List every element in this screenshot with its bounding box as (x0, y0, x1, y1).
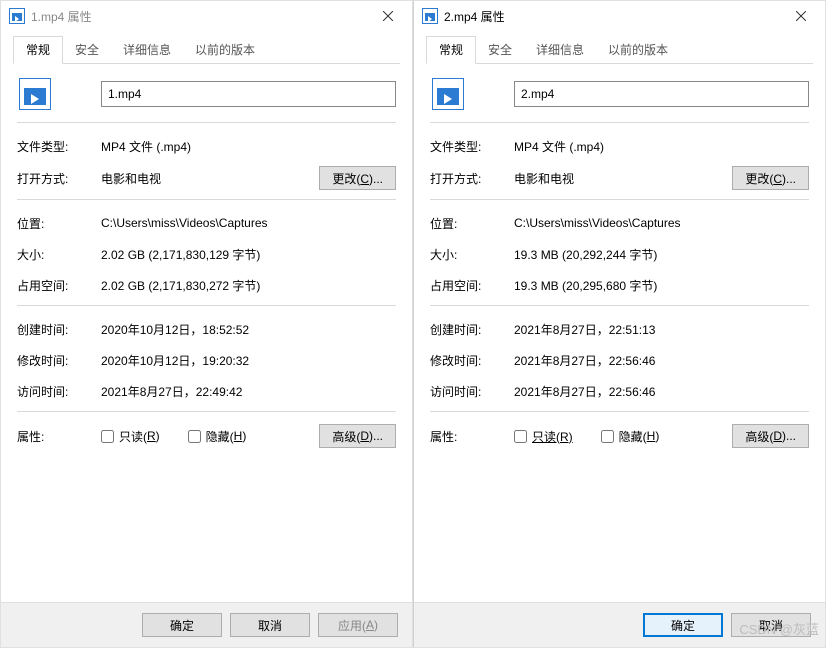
tab-security[interactable]: 安全 (476, 37, 524, 63)
close-button[interactable] (365, 1, 410, 31)
modified-label: 修改时间: (17, 352, 101, 369)
size-label: 大小: (430, 246, 514, 263)
advanced-button[interactable]: 高级(D)... (732, 424, 809, 448)
titlebar[interactable]: 1.mp4 属性 (1, 1, 412, 31)
filetype-value: MP4 文件 (.mp4) (101, 138, 396, 155)
tabs: 常规 安全 详细信息 以前的版本 (426, 37, 813, 64)
location-label: 位置: (430, 215, 514, 232)
location-value: C:\Users\miss\Videos\Captures (101, 216, 396, 230)
filetype-value: MP4 文件 (.mp4) (514, 138, 809, 155)
created-value: 2021年8月27日，22:51:13 (514, 321, 809, 338)
tabs: 常规 安全 详细信息 以前的版本 (13, 37, 400, 64)
tab-general[interactable]: 常规 (426, 36, 476, 64)
tab-security[interactable]: 安全 (63, 37, 111, 63)
ok-button[interactable]: 确定 (643, 613, 723, 637)
openwith-value: 电影和电视 (101, 170, 304, 187)
accessed-value: 2021年8月27日，22:56:46 (514, 383, 809, 400)
size-value: 19.3 MB (20,292,244 字节) (514, 246, 809, 263)
filename-input[interactable] (101, 81, 396, 107)
change-button[interactable]: 更改(C)... (732, 166, 809, 190)
location-label: 位置: (17, 215, 101, 232)
openwith-value: 电影和电视 (514, 170, 717, 187)
hidden-checkbox[interactable]: 隐藏(H) (188, 428, 247, 445)
tab-previous-versions[interactable]: 以前的版本 (596, 37, 680, 63)
accessed-label: 访问时间: (430, 383, 514, 400)
close-button[interactable] (778, 1, 823, 31)
titlebar[interactable]: 2.mp4 属性 (414, 1, 825, 31)
created-label: 创建时间: (17, 321, 101, 338)
ondisk-label: 占用空间: (17, 277, 101, 294)
tab-general[interactable]: 常规 (13, 36, 63, 64)
modified-label: 修改时间: (430, 352, 514, 369)
openwith-label: 打开方式: (17, 170, 101, 187)
size-label: 大小: (17, 246, 101, 263)
filename-input[interactable] (514, 81, 809, 107)
ondisk-value: 2.02 GB (2,171,830,272 字节) (101, 277, 396, 294)
tab-details[interactable]: 详细信息 (111, 37, 183, 63)
filetype-label: 文件类型: (17, 138, 101, 155)
accessed-label: 访问时间: (17, 383, 101, 400)
readonly-checkbox[interactable]: 只读(R) (101, 428, 160, 445)
video-file-icon (432, 78, 464, 110)
created-label: 创建时间: (430, 321, 514, 338)
dialog-footer: 确定 取消 应用(A) (1, 602, 412, 647)
advanced-button[interactable]: 高级(D)... (319, 424, 396, 448)
apply-button[interactable]: 应用(A) (318, 613, 398, 637)
attributes-label: 属性: (430, 428, 514, 445)
cancel-button[interactable]: 取消 (230, 613, 310, 637)
change-button[interactable]: 更改(C)... (319, 166, 396, 190)
video-file-icon (9, 8, 25, 24)
video-file-icon (19, 78, 51, 110)
hidden-checkbox[interactable]: 隐藏(H) (601, 428, 660, 445)
filetype-label: 文件类型: (430, 138, 514, 155)
video-file-icon (422, 8, 438, 24)
window-title: 1.mp4 属性 (31, 8, 365, 25)
ondisk-label: 占用空间: (430, 277, 514, 294)
created-value: 2020年10月12日，18:52:52 (101, 321, 396, 338)
tab-details[interactable]: 详细信息 (524, 37, 596, 63)
watermark: CSDN @灰蓝 (739, 619, 819, 638)
properties-window-2: 2.mp4 属性 常规 安全 详细信息 以前的版本 文件类型:MP4 文件 (.… (413, 0, 826, 648)
size-value: 2.02 GB (2,171,830,129 字节) (101, 246, 396, 263)
attributes-label: 属性: (17, 428, 101, 445)
location-value: C:\Users\miss\Videos\Captures (514, 216, 809, 230)
tab-previous-versions[interactable]: 以前的版本 (183, 37, 267, 63)
ondisk-value: 19.3 MB (20,295,680 字节) (514, 277, 809, 294)
accessed-value: 2021年8月27日，22:49:42 (101, 383, 396, 400)
window-title: 2.mp4 属性 (444, 8, 778, 25)
readonly-checkbox[interactable]: 只读(R) (514, 428, 573, 445)
properties-window-1: 1.mp4 属性 常规 安全 详细信息 以前的版本 文件类型:MP4 文件 (.… (0, 0, 413, 648)
openwith-label: 打开方式: (430, 170, 514, 187)
modified-value: 2020年10月12日，19:20:32 (101, 352, 396, 369)
modified-value: 2021年8月27日，22:56:46 (514, 352, 809, 369)
ok-button[interactable]: 确定 (142, 613, 222, 637)
